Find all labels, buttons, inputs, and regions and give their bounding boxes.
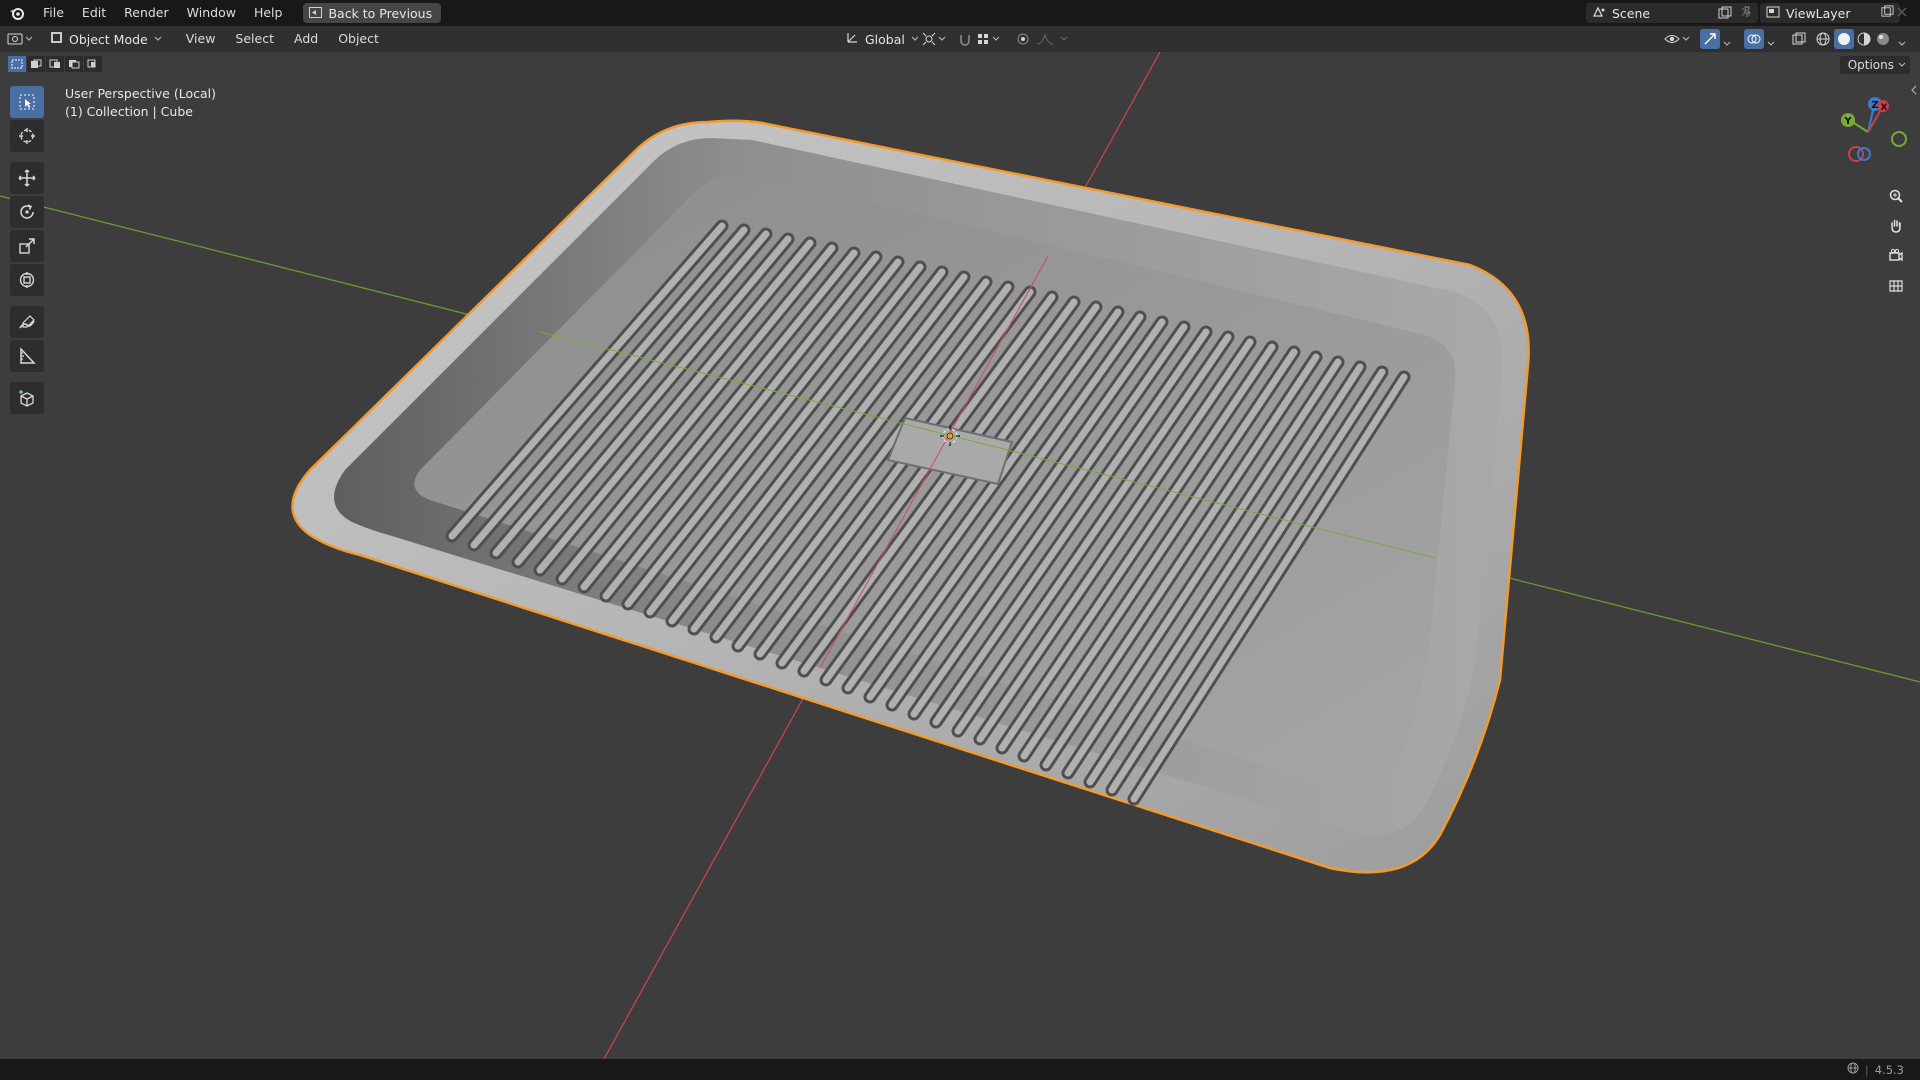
orientation-label: Global: [865, 31, 905, 47]
selection-mode-group: [8, 56, 102, 72]
select-invert-icon[interactable]: [65, 56, 83, 72]
new-scene-icon[interactable]: [1718, 6, 1732, 23]
menu-edit[interactable]: Edit: [73, 0, 115, 26]
view-layer-icon: [1766, 6, 1780, 21]
menu-help[interactable]: Help: [245, 0, 292, 26]
options-label: Options: [1847, 58, 1894, 72]
gizmo-z-label: Z: [1871, 100, 1878, 111]
select-subtract-icon[interactable]: [46, 56, 64, 72]
measure-tool-icon[interactable]: [10, 340, 44, 372]
move-tool-icon[interactable]: [10, 162, 44, 194]
shading-rendered-icon[interactable]: [1876, 32, 1890, 49]
gizmo-x-label: X: [1881, 103, 1888, 113]
menu-select[interactable]: Select: [225, 26, 284, 52]
shading-material-icon[interactable]: [1857, 32, 1871, 49]
scene-selector[interactable]: Scene: [1586, 3, 1758, 23]
rotate-tool-icon[interactable]: [10, 196, 44, 228]
view-layer-selector[interactable]: ViewLayer: [1760, 3, 1900, 23]
version-label: 4.5.3: [1874, 1062, 1904, 1077]
chevron-down-icon: [911, 36, 919, 41]
cursor-tool-icon[interactable]: [10, 120, 44, 152]
shading-solid-icon[interactable]: [1834, 29, 1854, 49]
scale-tool-icon[interactable]: [10, 230, 44, 262]
scene-icon: [1592, 6, 1606, 21]
transform-tool-icon[interactable]: [10, 264, 44, 296]
new-view-layer-icon[interactable]: [1881, 5, 1894, 21]
chevron-down-icon[interactable]: [1898, 36, 1906, 50]
orientation-icon: [846, 31, 859, 47]
tool-shelf: [10, 86, 46, 414]
delete-view-layer-icon[interactable]: [1896, 6, 1908, 21]
status-bar: | 4.5.3: [0, 1059, 1920, 1080]
object-mode-icon: [50, 31, 63, 47]
hand-pan-icon[interactable]: [1882, 212, 1910, 240]
select-box-tool-icon[interactable]: [10, 86, 44, 118]
screen-back-icon: [309, 6, 323, 21]
collection-label: (1) Collection | Cube: [65, 104, 193, 119]
object-mode-label: Object Mode: [69, 31, 148, 47]
chevron-down-icon[interactable]: [1767, 36, 1775, 50]
chevron-down-icon: [1898, 62, 1906, 67]
shading-wireframe-icon[interactable]: [1816, 32, 1830, 49]
status-separator: |: [1864, 1062, 1869, 1077]
object-mode-dropdown[interactable]: Object Mode: [44, 29, 170, 49]
add-cube-tool-icon[interactable]: [10, 382, 44, 414]
snap-icon[interactable]: [958, 32, 972, 49]
back-to-previous-label: Back to Previous: [328, 5, 433, 21]
menu-view[interactable]: View: [176, 26, 226, 52]
xray-toggle-icon[interactable]: [1792, 32, 1806, 49]
gizmo-y-label: Y: [1843, 116, 1852, 127]
select-intersect-icon[interactable]: [84, 56, 102, 72]
blender-logo-icon[interactable]: [0, 0, 34, 26]
delete-scene-icon[interactable]: [1740, 6, 1752, 21]
grid-perspective-icon[interactable]: [1882, 272, 1910, 300]
transform-orientation-dropdown[interactable]: Global: [840, 29, 927, 49]
select-new-icon[interactable]: [8, 56, 26, 72]
menu-render[interactable]: Render: [115, 0, 178, 26]
menu-add[interactable]: Add: [284, 26, 328, 52]
navigation-gizmo[interactable]: Z X Y: [1818, 92, 1910, 180]
sidebar-toggle-icon[interactable]: [1910, 84, 1918, 98]
proportional-editing-icon[interactable]: [1016, 32, 1068, 46]
snap-target-icon[interactable]: [976, 32, 1000, 46]
pivot-point-icon[interactable]: [922, 32, 946, 46]
camera-view-icon[interactable]: [1882, 242, 1910, 270]
globe-icon: [1847, 1062, 1859, 1077]
menu-object[interactable]: Object: [328, 26, 389, 52]
view-layer-name: ViewLayer: [1786, 5, 1851, 21]
zoom-icon[interactable]: [1882, 182, 1910, 210]
select-extend-icon[interactable]: [27, 56, 45, 72]
viewport-header: Object Mode View Select Add Object Globa…: [0, 26, 1920, 52]
annotate-tool-icon[interactable]: [10, 306, 44, 338]
viewport-scene: [0, 52, 1920, 1059]
options-dropdown[interactable]: Options: [1839, 56, 1910, 74]
overlays-toggle-icon[interactable]: [1744, 29, 1764, 49]
perspective-label: User Perspective (Local): [65, 86, 216, 101]
visibility-icon[interactable]: [1664, 32, 1690, 46]
tray-mesh[interactable]: [291, 119, 1530, 874]
chevron-down-icon[interactable]: [1723, 36, 1731, 50]
editor-type-button[interactable]: [0, 26, 40, 52]
menu-file[interactable]: File: [34, 0, 73, 26]
3d-viewport[interactable]: Options User Perspective (Local) (1) Col…: [0, 52, 1920, 1059]
menu-window[interactable]: Window: [178, 0, 245, 26]
gizmo-toggle-icon[interactable]: [1700, 29, 1720, 49]
top-menu-bar: File Edit Render Window Help Back to Pre…: [0, 0, 1920, 26]
back-to-previous-button[interactable]: Back to Previous: [303, 3, 442, 23]
chevron-down-icon: [154, 36, 162, 41]
